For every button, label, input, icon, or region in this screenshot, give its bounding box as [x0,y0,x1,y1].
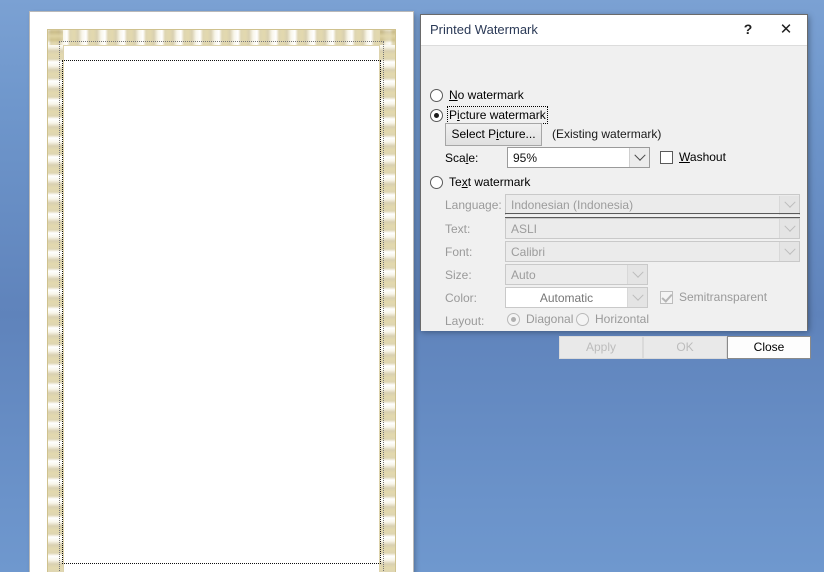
scale-combo[interactable]: 95% [507,147,650,168]
checkbox-washout-label: Washout [679,150,726,164]
existing-watermark-note: (Existing watermark) [552,127,662,141]
checkbox-semitransparent-label: Semitransparent [679,290,768,304]
select-picture-button[interactable]: Select Picture... [445,123,542,146]
size-label: Size: [445,268,472,282]
ok-button[interactable]: OK [643,336,727,359]
radio-no-watermark[interactable]: No watermark [430,88,524,102]
chevron-down-icon[interactable] [779,242,799,261]
chevron-down-icon[interactable] [629,148,649,167]
chevron-down-icon[interactable] [779,219,799,238]
chevron-down-icon[interactable] [779,195,799,215]
language-value: Indonesian (Indonesia) [511,198,634,212]
layout-label: Layout: [445,314,485,328]
dialog-body: No watermark Picture watermark Select Pi… [421,46,811,359]
radio-picture-watermark-indicator [430,108,443,122]
font-combo[interactable]: Calibri [505,241,800,262]
apply-button[interactable]: Apply [559,336,643,359]
color-value: Automatic [539,290,594,305]
radio-picture-watermark-label: Picture watermark [447,106,548,124]
radio-layout-horizontal-indicator [576,312,589,326]
radio-layout-diagonal[interactable]: Diagonal [507,312,573,326]
chevron-down-icon[interactable] [627,265,647,284]
language-combo[interactable]: Indonesian (Indonesia) [505,194,800,218]
font-label: Font: [445,245,473,259]
radio-layout-horizontal-label: Horizontal [595,312,650,326]
text-value: ASLI [511,221,538,236]
radio-layout-horizontal[interactable]: Horizontal [576,312,649,326]
checkbox-washout-indicator [660,150,673,164]
size-combo[interactable]: Auto [505,264,648,285]
radio-no-watermark-label: No watermark [449,88,524,102]
dialog-title: Printed Watermark [430,22,538,37]
scale-value: 95% [513,150,538,165]
text-label: Text: [445,222,471,236]
help-icon[interactable]: ? [733,15,763,44]
language-label: Language: [445,198,502,212]
close-button-bottom[interactable]: Close [727,336,811,359]
checkbox-semitransparent-indicator [660,290,673,304]
font-value: Calibri [511,244,546,259]
color-label: Color: [445,291,478,305]
radio-layout-diagonal-label: Diagonal [526,312,574,326]
word-document-page[interactable] [30,12,413,572]
close-icon[interactable]: ✕ [771,15,801,44]
radio-text-watermark-label: Text watermark [449,175,531,189]
dialog-titlebar[interactable]: Printed Watermark ? ✕ [421,15,807,46]
color-combo[interactable]: Automatic [505,287,648,308]
printed-watermark-dialog: Printed Watermark ? ✕ No watermark Pictu… [420,14,811,359]
chevron-down-icon[interactable] [627,288,647,307]
radio-text-watermark-indicator [430,175,443,189]
checkbox-washout[interactable]: Washout [660,150,726,164]
radio-no-watermark-indicator [430,88,443,102]
checkbox-semitransparent[interactable]: Semitransparent [660,290,767,304]
text-combo[interactable]: ASLI [505,218,800,239]
scale-label: Scale: [445,151,479,165]
radio-text-watermark[interactable]: Text watermark [430,175,530,189]
document-text-boundary [62,60,381,564]
radio-picture-watermark[interactable]: Picture watermark [430,106,548,124]
size-value: Auto [511,267,536,282]
radio-layout-diagonal-indicator [507,312,520,326]
